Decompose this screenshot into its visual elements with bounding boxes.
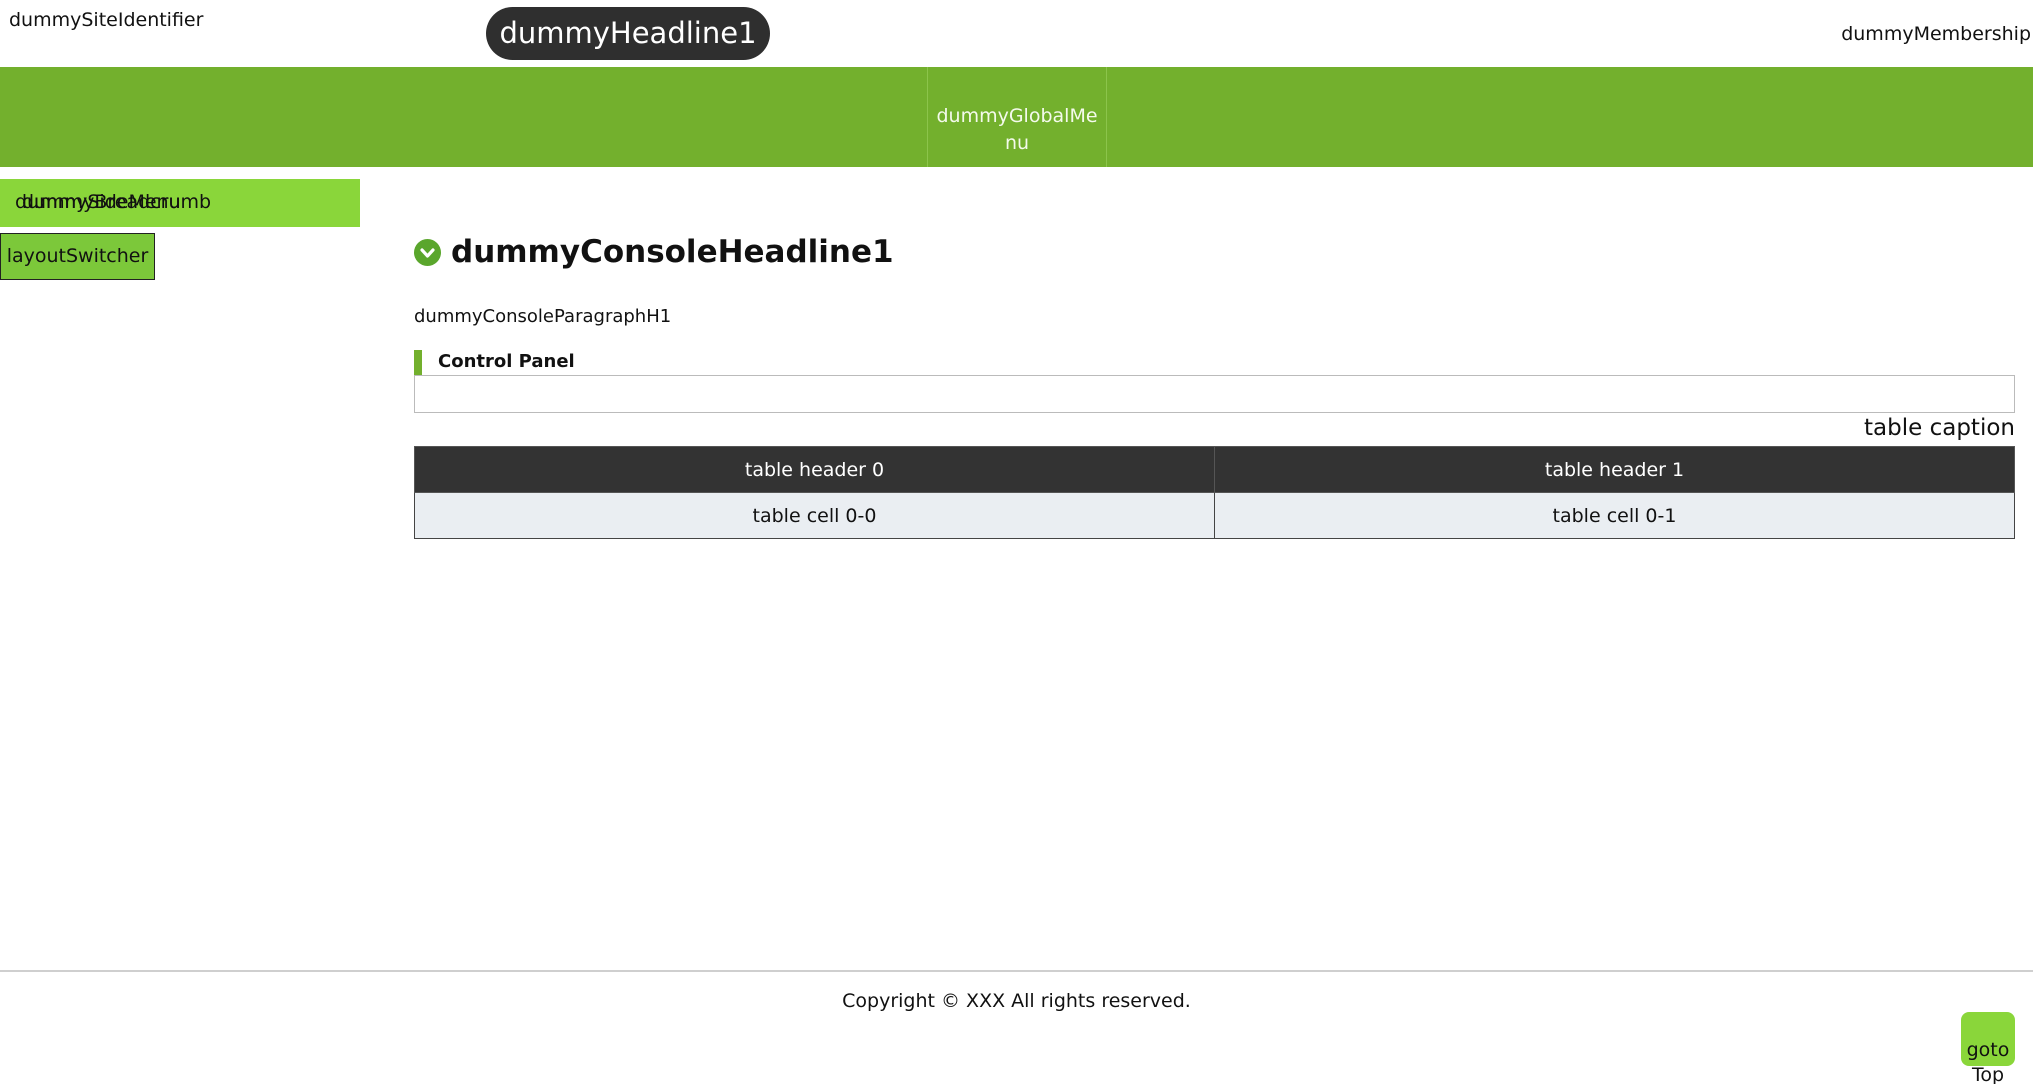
- table-row: table cell 0-0 table cell 0-1: [414, 492, 2015, 539]
- table-cell: table cell 0-0: [414, 492, 1215, 539]
- layout-switcher-button[interactable]: layoutSwitcher: [0, 233, 155, 280]
- goto-top-button[interactable]: gotoTop: [1961, 1012, 2015, 1084]
- console-headline: dummyConsoleHeadline1: [414, 234, 894, 270]
- footer-divider: [0, 970, 2033, 972]
- table-header: table header 0: [414, 446, 1215, 493]
- site-identifier[interactable]: dummySiteIdentifier: [9, 9, 203, 31]
- headline-pill: dummyHeadline1: [486, 7, 770, 60]
- page: dummySiteIdentifier dummyHeadline1 dummy…: [0, 0, 2033, 1084]
- side-menu[interactable]: dummySideMenu dummyBreadcrumb: [0, 179, 360, 227]
- membership-link[interactable]: dummyMembership: [1841, 23, 2031, 45]
- copyright: Copyright © XXX All rights reserved.: [842, 990, 1191, 1012]
- data-table: table header 0 table header 1 table cell…: [414, 446, 2015, 539]
- table-header-row: table header 0 table header 1: [414, 446, 2015, 493]
- control-panel-box: [414, 375, 2015, 413]
- table-cell: table cell 0-1: [1214, 492, 2015, 539]
- console-paragraph: dummyConsoleParagraphH1: [414, 306, 672, 327]
- breadcrumb[interactable]: dummyBreadcrumb: [22, 191, 211, 213]
- table-header: table header 1: [1214, 446, 2015, 493]
- console-headline-text: dummyConsoleHeadline1: [451, 234, 894, 270]
- global-nav: dummyGlobalMenu: [0, 67, 2033, 167]
- chevron-down-icon[interactable]: [414, 238, 441, 266]
- table-caption: table caption: [1864, 415, 2015, 441]
- global-menu-item[interactable]: dummyGlobalMenu: [927, 67, 1107, 167]
- control-panel-title: Control Panel: [414, 350, 575, 375]
